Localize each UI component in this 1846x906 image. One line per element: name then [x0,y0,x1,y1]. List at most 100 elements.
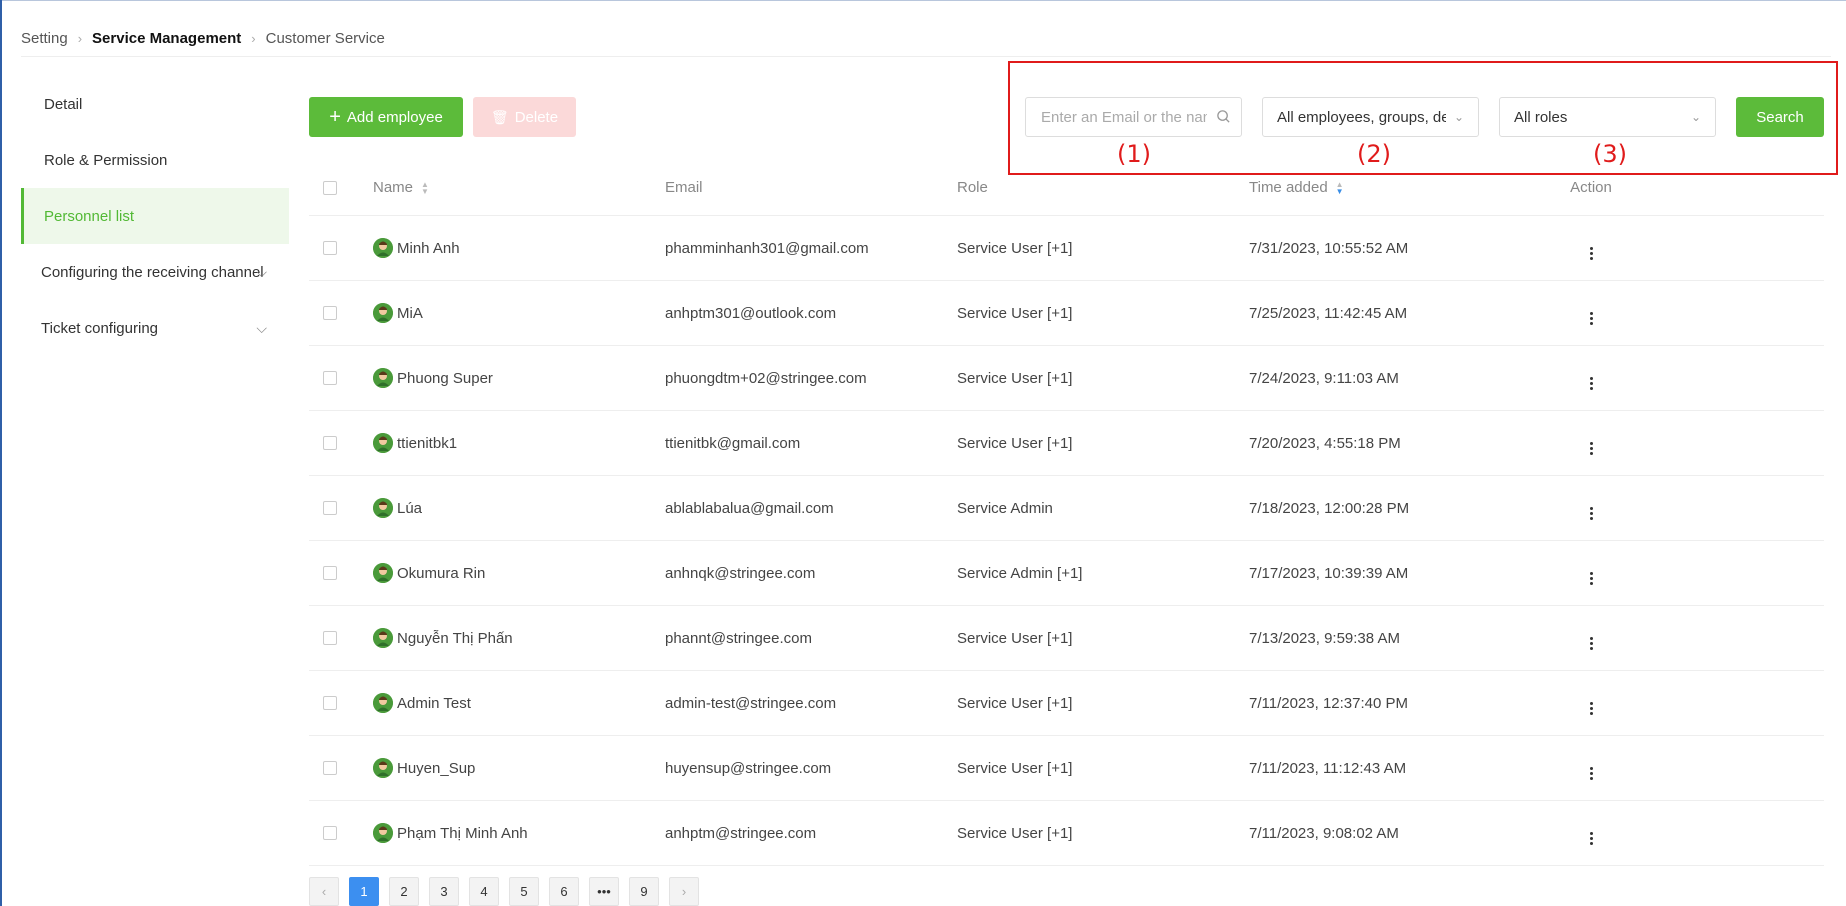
row-checkbox[interactable] [323,631,337,645]
employee-email: ttienitbk@gmail.com [665,434,801,452]
employee-name: ttienitbk1 [397,434,458,452]
sidebar: Detail Role & Permission Personnel list … [21,76,289,356]
page-button-1[interactable]: 1 [349,877,379,906]
table-row: Lúa ablablabalua@gmail.com Service Admin 7/… [309,476,1824,541]
avatar [373,433,393,453]
more-actions-icon[interactable] [1589,441,1593,455]
name-cell: Phạm Thị Minh Anh [373,823,665,843]
row-checkbox[interactable] [323,436,337,450]
page-button-3[interactable]: 3 [429,877,459,906]
more-actions-icon[interactable] [1589,506,1593,520]
avatar [373,628,393,648]
employee-name: Huyen_Sup [397,759,476,777]
more-actions-icon[interactable] [1589,636,1593,650]
header-time-added[interactable]: Time added ▲ ▼ [1249,179,1541,196]
name-cell: Nguyễn Thị Phấn [373,628,665,648]
table-row: Phuong Super phuongdtm+02@stringee.com Ser… [309,346,1824,411]
avatar [373,368,393,388]
sidebar-item-role-permission[interactable]: Role & Permission [21,132,289,188]
table-header: Name ▲ ▼ Email Role Time added ▲ ▼ Action [309,160,1824,216]
more-actions-icon[interactable] [1589,831,1593,845]
row-checkbox-cell [309,566,373,580]
row-checkbox[interactable] [323,761,337,775]
sidebar-item-label: Configuring the receiving channel [41,263,264,281]
breadcrumb-service-management[interactable]: Service Management [92,30,241,47]
row-checkbox[interactable] [323,696,337,710]
header-name[interactable]: Name ▲ ▼ [373,179,665,196]
row-checkbox[interactable] [323,566,337,580]
employee-email: anhnqk@stringee.com [665,564,816,582]
row-checkbox[interactable] [323,501,337,515]
sidebar-item-personnel-list[interactable]: Personnel list [21,188,289,244]
row-checkbox-cell [309,371,373,385]
employee-name: MiA [397,304,423,322]
header-checkbox-cell [309,180,373,195]
action-cell [1541,302,1641,325]
row-checkbox-cell [309,631,373,645]
action-cell [1541,692,1641,715]
more-actions-icon[interactable] [1589,376,1593,390]
table-row: Admin Test admin-test@stringee.com Service… [309,671,1824,736]
avatar [373,693,393,713]
employee-name: Minh Anh [397,239,460,257]
add-employee-button[interactable]: + Add employee [309,97,463,137]
employee-email: huyensup@stringee.com [665,759,832,777]
employee-name: Nguyễn Thị Phấn [397,629,513,647]
sidebar-item-detail[interactable]: Detail [21,76,289,132]
time-added: 7/20/2023, 4:55:18 PM [1249,434,1401,452]
row-checkbox-cell [309,241,373,255]
employee-role: Service Admin [+1] [957,564,1083,582]
page-button-5[interactable]: 5 [509,877,539,906]
header-action: Action [1570,179,1612,196]
employee-email: admin-test@stringee.com [665,694,837,712]
table-body: Minh Anh phamminhanh301@gmail.com Service … [309,216,1824,866]
row-checkbox-cell [309,696,373,710]
table-row: Nguyễn Thị Phấn phannt@stringee.com Servic… [309,606,1824,671]
row-checkbox[interactable] [323,241,337,255]
row-checkbox[interactable] [323,826,337,840]
more-actions-icon[interactable] [1589,701,1593,715]
name-cell: MiA [373,303,665,323]
employee-email: anhptm@stringee.com [665,824,817,842]
page-button-6[interactable]: 6 [549,877,579,906]
page-button-9[interactable]: 9 [629,877,659,906]
employee-role: Service Admin [957,499,1053,517]
name-cell: Admin Test [373,693,665,713]
chevron-right-icon: › [251,31,256,46]
more-actions-icon[interactable] [1589,571,1593,585]
header-name-label: Name [373,179,414,196]
sidebar-item-receiving-channel[interactable]: Configuring the receiving channel ⌵ [21,244,289,300]
more-actions-icon[interactable] [1589,766,1593,780]
prev-page-button[interactable]: ‹ [309,877,339,906]
avatar [373,758,393,778]
time-added: 7/18/2023, 12:00:28 PM [1249,499,1410,517]
sidebar-item-ticket-configuring[interactable]: Ticket configuring ⌵ [21,300,289,356]
more-actions-icon[interactable] [1589,311,1593,325]
chevron-right-icon: › [77,31,83,46]
employee-role: Service User [+1] [957,434,1073,452]
chevron-down-icon: ⌵ [256,319,267,336]
select-all-checkbox[interactable] [323,180,337,195]
table-row: Okumura Rin anhnqk@stringee.com Service Ad… [309,541,1824,606]
page-ellipsis-button[interactable]: ••• [589,877,619,906]
row-checkbox-cell [309,306,373,320]
page-button-4[interactable]: 4 [469,877,499,906]
employee-name: Lúa [397,499,423,517]
employee-role: Service User [+1] [957,694,1073,712]
row-checkbox[interactable] [323,306,337,320]
time-added: 7/25/2023, 11:42:45 AM [1249,304,1408,322]
action-cell [1541,562,1641,585]
window-top-border [0,0,1846,1]
name-cell: Phuong Super [373,368,665,388]
row-checkbox[interactable] [323,371,337,385]
name-cell: Minh Anh [373,238,665,258]
page-button-2[interactable]: 2 [389,877,419,906]
next-page-button[interactable]: › [669,877,699,906]
employee-email: phuongdtm+02@stringee.com [665,369,867,387]
sidebar-item-label: Personnel list [44,207,135,225]
breadcrumb-setting[interactable]: Setting [21,30,68,47]
delete-button[interactable]: 🗑 Delete [473,97,576,137]
more-actions-icon[interactable] [1589,246,1593,260]
action-cell [1541,237,1641,260]
action-cell [1541,627,1641,650]
